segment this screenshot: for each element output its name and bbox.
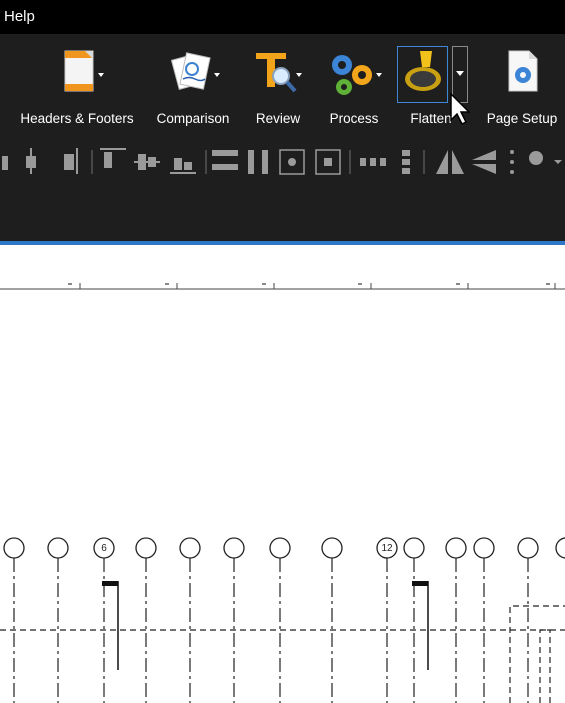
align-bottom-icon[interactable] xyxy=(170,158,196,174)
align-middle-icon[interactable] xyxy=(134,154,160,170)
size-horizontal-icon[interactable] xyxy=(360,158,386,166)
page-setup-icon xyxy=(508,50,538,92)
grid-bubble xyxy=(269,537,291,559)
headers-footers-label: Headers & Footers xyxy=(20,111,134,126)
comparison-button[interactable]: Comparison xyxy=(150,47,236,147)
process-button[interactable]: Process xyxy=(318,47,390,147)
process-label: Process xyxy=(329,111,379,126)
gridline-label: 6 xyxy=(101,543,107,554)
flip-vertical-icon[interactable] xyxy=(472,150,496,174)
grid-bubble xyxy=(3,537,25,559)
grid-bubble xyxy=(403,537,425,559)
gridline-label: 12 xyxy=(381,543,393,554)
comparison-icon xyxy=(170,52,220,90)
flip-horizontal-icon[interactable] xyxy=(436,150,464,174)
ribbon: Headers & Footers Comparison Review Proc… xyxy=(0,34,565,241)
headers-footers-button[interactable]: Headers & Footers xyxy=(10,47,144,147)
page-setup-button[interactable]: Page Setup xyxy=(480,47,564,147)
align-right-icon[interactable] xyxy=(64,148,78,174)
comparison-label: Comparison xyxy=(156,111,230,126)
distribute-vertical-icon[interactable] xyxy=(248,150,268,174)
menu-help[interactable]: Help xyxy=(4,8,35,25)
page-setup-label: Page Setup xyxy=(486,111,558,126)
menu-bar: Help xyxy=(0,0,565,34)
grid-bubble xyxy=(321,537,343,559)
grid-bubble xyxy=(179,537,201,559)
review-icon xyxy=(256,53,302,93)
rotate-icon[interactable] xyxy=(529,151,562,165)
grid-bubble xyxy=(445,537,467,559)
cursor-arrow-icon xyxy=(450,92,471,126)
align-center-icon[interactable] xyxy=(26,148,36,174)
more-options-icon[interactable] xyxy=(510,150,514,174)
grid-bubble xyxy=(135,537,157,559)
distribute-horizontal-icon[interactable] xyxy=(212,150,238,170)
arrange-toolbar xyxy=(2,148,562,175)
center-horizontal-icon[interactable] xyxy=(279,149,305,175)
center-page-icon[interactable] xyxy=(315,149,341,175)
flatten-selected-outline xyxy=(397,46,448,103)
headers-footers-icon xyxy=(64,50,104,92)
grid-bubble xyxy=(47,537,69,559)
drawing-canvas[interactable]: 6 12 xyxy=(0,293,565,703)
grid-bubble xyxy=(223,537,245,559)
review-button[interactable]: Review xyxy=(242,47,314,147)
grid-bubble xyxy=(555,537,565,559)
align-top-icon[interactable] xyxy=(100,148,126,168)
process-icon xyxy=(332,55,382,95)
size-vertical-icon[interactable] xyxy=(402,150,410,174)
grid-bubble xyxy=(473,537,495,559)
review-label: Review xyxy=(255,111,301,126)
horizontal-ruler xyxy=(0,245,565,293)
grid-bubble xyxy=(517,537,539,559)
align-left-icon[interactable] xyxy=(2,156,8,170)
